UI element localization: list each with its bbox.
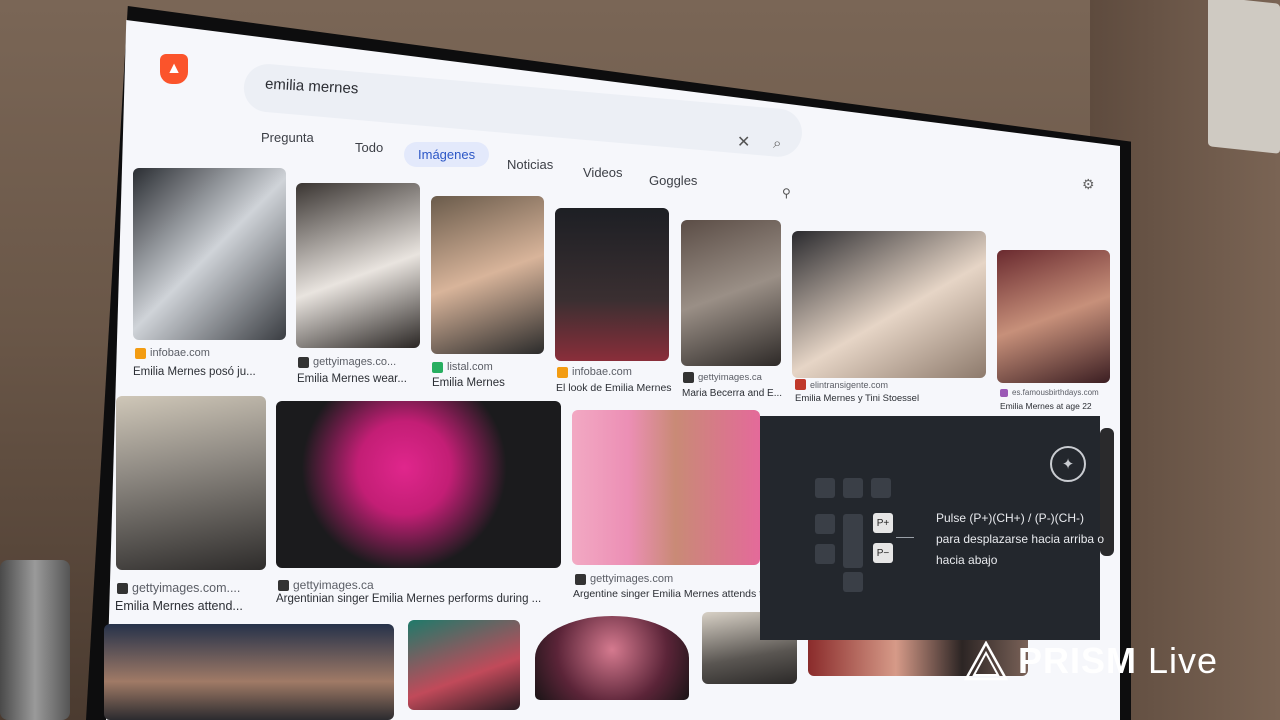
result-source-text: elintransigente.com <box>810 379 889 390</box>
result-title[interactable]: Argentinian singer Emilia Mernes perform… <box>276 593 541 605</box>
result-source[interactable]: infobae.com <box>557 366 632 378</box>
tab-videos[interactable]: Videos <box>583 165 623 180</box>
image-result-thumbnail[interactable] <box>116 396 266 570</box>
tab-noticias[interactable]: Noticias <box>507 157 553 172</box>
channel-up-key: P+ <box>873 513 893 533</box>
watermark-suffix: Live <box>1148 640 1219 681</box>
tab-imagenes[interactable]: Imágenes <box>404 142 490 167</box>
image-result-thumbnail[interactable] <box>431 196 544 354</box>
image-result-thumbnail[interactable] <box>997 250 1110 383</box>
result-source[interactable]: elintransigente.com <box>795 379 888 390</box>
source-favicon-icon <box>575 573 586 585</box>
result-source-text: es.famousbirthdays.com <box>1012 388 1099 397</box>
remote-key <box>843 572 863 592</box>
image-result-thumbnail[interactable] <box>133 168 286 340</box>
source-favicon-icon <box>117 582 128 594</box>
source-favicon-icon <box>432 361 443 373</box>
result-source-text: gettyimages.ca <box>698 372 762 383</box>
result-title[interactable]: El look de Emilia Mernes <box>556 382 672 394</box>
result-title[interactable]: Emilia Mernes posó ju... <box>133 366 256 378</box>
image-result-thumbnail[interactable] <box>104 624 394 720</box>
remote-key <box>843 514 863 568</box>
source-favicon-icon <box>278 579 289 591</box>
tab-pregunta[interactable]: Pregunta <box>261 130 314 145</box>
source-favicon-icon <box>683 372 694 383</box>
scroll-hint-text: Pulse (P+)(CH+) / (P-)(CH-) para desplaz… <box>936 511 1105 567</box>
prism-logo-icon <box>964 641 1008 681</box>
result-source[interactable]: gettyimages.com.... <box>117 581 240 595</box>
wall-switch <box>1208 0 1280 154</box>
result-source[interactable]: listal.com <box>432 361 493 373</box>
result-source-text: infobae.com <box>150 347 210 359</box>
source-favicon-icon <box>795 379 806 390</box>
result-title[interactable]: Emilia Mernes y Tini Stoessel <box>795 393 919 404</box>
result-source-text: infobae.com <box>572 366 632 378</box>
result-source-text: gettyimages.ca <box>293 578 374 592</box>
remote-key <box>871 478 891 498</box>
brave-logo-icon[interactable]: ▲ <box>160 54 188 84</box>
result-source-text: listal.com <box>447 361 493 373</box>
image-result-thumbnail[interactable] <box>296 183 420 348</box>
image-result-thumbnail[interactable] <box>535 616 689 700</box>
watermark-text: PRISM Live <box>1018 640 1218 682</box>
source-favicon-icon <box>1000 388 1008 397</box>
gear-icon[interactable]: ⚙ <box>1082 176 1095 193</box>
result-title[interactable]: Emilia Mernes <box>432 377 505 389</box>
result-source-text: gettyimages.com.... <box>132 581 241 595</box>
image-result-thumbnail[interactable] <box>276 401 561 568</box>
image-result-thumbnail[interactable] <box>555 208 669 361</box>
result-source[interactable]: gettyimages.com <box>575 573 673 585</box>
result-source[interactable]: gettyimages.ca <box>278 578 374 592</box>
clear-search-icon[interactable]: ✕ <box>737 132 750 152</box>
spray-can <box>0 560 70 720</box>
lightbulb-icon: ✦ <box>1050 446 1086 482</box>
result-source[interactable]: gettyimages.ca <box>683 372 762 383</box>
search-icon[interactable]: ⌕ <box>773 135 781 152</box>
result-source[interactable]: es.famousbirthdays.com <box>1000 388 1099 397</box>
remote-key <box>815 514 835 534</box>
source-favicon-icon <box>135 347 146 359</box>
result-title[interactable]: Emilia Mernes attend... <box>115 599 243 613</box>
result-title[interactable]: Emilia Mernes at age 22 <box>1000 401 1092 411</box>
channel-down-key: P− <box>873 543 893 563</box>
result-title[interactable]: Emilia Mernes wear... <box>297 373 407 385</box>
image-result-thumbnail[interactable] <box>408 620 520 710</box>
remote-key <box>815 478 835 498</box>
result-source[interactable]: gettyimages.co... <box>298 356 396 368</box>
remote-key <box>815 544 835 564</box>
image-result-thumbnail[interactable] <box>792 231 986 378</box>
tab-goggles[interactable]: Goggles <box>649 173 697 188</box>
source-favicon-icon <box>557 366 568 378</box>
source-favicon-icon <box>298 356 309 368</box>
result-source-text: gettyimages.co... <box>313 356 397 368</box>
remote-key <box>843 478 863 498</box>
result-title[interactable]: Argentine singer Emilia Mernes attends t… <box>573 588 768 600</box>
image-result-thumbnail[interactable] <box>572 410 760 565</box>
watermark-brand: PRISM <box>1018 640 1138 681</box>
result-source-text: gettyimages.com <box>590 573 674 585</box>
result-source[interactable]: infobae.com <box>135 347 210 359</box>
tab-todo[interactable]: Todo <box>355 140 383 155</box>
image-result-thumbnail[interactable] <box>681 220 781 366</box>
filter-icon[interactable]: ⚲ <box>782 186 791 200</box>
pointer-line <box>896 537 914 538</box>
result-title[interactable]: Maria Becerra and E... <box>682 388 782 399</box>
prism-live-watermark: PRISM Live <box>964 640 1218 682</box>
